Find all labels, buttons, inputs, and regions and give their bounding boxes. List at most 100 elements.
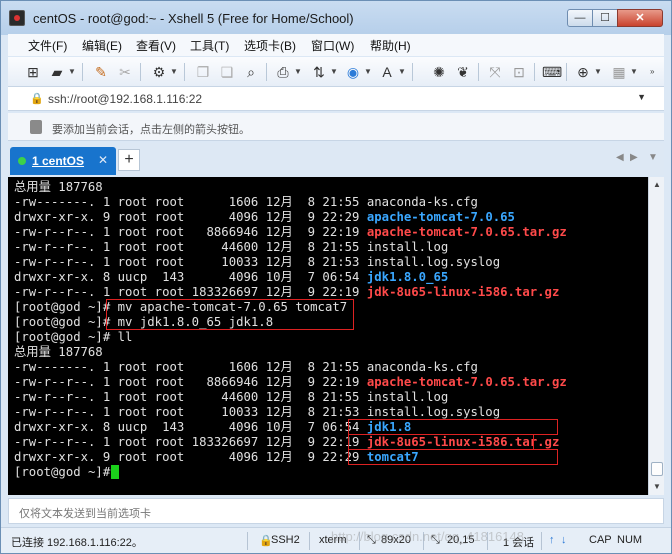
minimize-button[interactable]: —: [567, 9, 593, 27]
menu-help[interactable]: 帮助(H): [370, 37, 411, 54]
scroll-down-icon[interactable]: ▼: [649, 479, 665, 495]
reconnect-icon[interactable]: ✎: [92, 63, 110, 81]
tab-scroll-left-icon[interactable]: ◀: [616, 152, 624, 163]
print-dropdown-icon[interactable]: ▼: [294, 67, 302, 76]
fullscreen-icon[interactable]: ⤧: [486, 63, 504, 81]
menu-tabs[interactable]: 选项卡(B): [244, 37, 296, 54]
close-button[interactable]: ✕: [617, 9, 663, 27]
terminal-line: -rw-r--r--. 1 root root 44600 12月 8 21:5…: [14, 240, 448, 255]
menu-window[interactable]: 窗口(W): [311, 37, 354, 54]
properties-dropdown-icon[interactable]: ▼: [170, 67, 178, 76]
terminal-text: -rw-r--r--. 1 root root 183326697 12月 9 …: [14, 435, 367, 449]
tab-scroll-right-icon[interactable]: ▶: [630, 152, 638, 163]
status-bar: 已连接 192.168.1.116:22。 🔒 SSH2 xterm ⤡ 89x…: [1, 527, 671, 553]
terminal-cursor: [111, 465, 119, 479]
xmanager-icon[interactable]: ❦: [454, 63, 472, 81]
tab-list-icon[interactable]: ▼: [648, 152, 658, 163]
toolbar-separator: [566, 63, 567, 81]
terminal-output[interactable]: 总用量 187768 -rw-------. 1 root root 1606 1…: [8, 177, 648, 495]
tab-bar: 1 centOS ✕ + ◀ ▶ ▼: [8, 143, 664, 175]
terminal-line: 总用量 187768: [14, 180, 103, 195]
compose-placeholder: 仅将文本发送到当前选项卡: [19, 508, 151, 520]
toolbar-separator: [266, 63, 267, 81]
status-size: 89x20: [381, 534, 411, 546]
lock-screen-icon[interactable]: ⊡: [510, 63, 528, 81]
status-protocol: SSH2: [271, 534, 300, 546]
print-icon[interactable]: ⎙: [274, 63, 292, 81]
terminal-text: drwxr-xr-x. 9 root root 4096 12月 9 22:29: [14, 210, 367, 224]
paste-icon[interactable]: ❏: [218, 63, 236, 81]
add-tab-icon[interactable]: ⊕: [574, 63, 592, 81]
highlight-tomcat7: [348, 449, 558, 465]
terminal-line: -rw-------. 1 root root 1606 12月 8 21:55…: [14, 360, 478, 375]
terminal-text: -rw-r--r--. 1 root root 183326697 12月 9 …: [14, 285, 367, 299]
toolbar: ⊞ ▰ ▼ ✎ ✂ ⚙ ▼ ❐ ❏ ⌕ ⎙ ▼ ⇅ ▼ ◉ ▼ A ▼ ✺ ❦ …: [8, 57, 664, 87]
status-separator: [487, 532, 488, 550]
layout-icon[interactable]: ▦: [610, 63, 628, 81]
encoding-dropdown-icon[interactable]: ▼: [364, 67, 372, 76]
font-icon[interactable]: A: [378, 63, 396, 81]
tab-close-icon[interactable]: ✕: [98, 153, 108, 167]
terminal-text: 总用量 187768: [14, 345, 103, 359]
status-separator: [247, 532, 248, 550]
terminal-text: -rw-r--r--. 1 root root 10033 12月 8 21:5…: [14, 405, 501, 419]
status-terminal-type: xterm: [319, 534, 347, 546]
highlight-mv-commands: [106, 299, 354, 330]
scrollbar-thumb[interactable]: [651, 462, 663, 476]
add-tab-dropdown-icon[interactable]: ▼: [594, 67, 602, 76]
terminal-line: -rw-r--r--. 1 root root 10033 12月 8 21:5…: [14, 405, 500, 420]
menu-bar: 文件(F) 编辑(E) 查看(V) 工具(T) 选项卡(B) 窗口(W) 帮助(…: [8, 34, 664, 56]
tab-centos[interactable]: 1 centOS ✕: [10, 147, 116, 175]
menu-file[interactable]: 文件(F): [28, 37, 67, 54]
transfer-dropdown-icon[interactable]: ▼: [330, 67, 338, 76]
terminal-line: -rw-r--r--. 1 root root 44600 12月 8 21:5…: [14, 390, 448, 405]
status-connection: 已连接 192.168.1.116:22。: [11, 537, 143, 549]
status-separator: [423, 532, 424, 550]
menu-view[interactable]: 查看(V): [136, 37, 176, 54]
new-session-icon[interactable]: ⊞: [24, 63, 42, 81]
layout-dropdown-icon[interactable]: ▼: [630, 67, 638, 76]
toolbar-overflow-icon[interactable]: »: [650, 67, 654, 76]
terminal-scrollbar[interactable]: ▲ ▼: [648, 177, 664, 495]
xftp-icon[interactable]: ✺: [430, 63, 448, 81]
keyboard-icon[interactable]: ⌨: [542, 63, 562, 81]
terminal-line: 总用量 187768: [14, 345, 103, 360]
open-folder-icon[interactable]: ▰: [48, 63, 66, 81]
terminal-line: -rw-r--r--. 1 root root 10033 12月 8 21:5…: [14, 255, 500, 270]
font-dropdown-icon[interactable]: ▼: [398, 67, 406, 76]
terminal-text: drwxr-xr-x. 9 root root 4096 12月 9 22:29: [14, 450, 367, 464]
find-icon[interactable]: ⌕: [242, 63, 260, 81]
status-num: NUM: [617, 534, 643, 546]
bookmark-icon[interactable]: [30, 120, 42, 134]
terminal-line: -rw-r--r--. 1 root root 8866946 12月 9 22…: [14, 225, 567, 240]
copy-icon[interactable]: ❐: [194, 63, 212, 81]
transfer-icon[interactable]: ⇅: [310, 63, 328, 81]
status-download-icon: ↓: [561, 534, 567, 546]
status-cursor-pos: 20,15: [447, 534, 475, 546]
terminal-line: -rw-------. 1 root root 1606 12月 8 21:55…: [14, 195, 478, 210]
terminal-text: -rw-r--r--. 1 root root 8866946 12月 9 22…: [14, 225, 367, 239]
menu-tools[interactable]: 工具(T): [190, 37, 229, 54]
new-tab-button[interactable]: +: [118, 149, 140, 171]
scroll-up-icon[interactable]: ▲: [649, 177, 665, 193]
disconnect-icon[interactable]: ✂: [116, 63, 134, 81]
terminal-line: drwxr-xr-x. 8 uucp 143 4096 10月 7 06:54 …: [14, 270, 448, 285]
compose-bar[interactable]: 仅将文本发送到当前选项卡: [8, 498, 664, 524]
maximize-button[interactable]: ☐: [592, 9, 618, 27]
address-bar[interactable]: 🔒 ssh://root@192.168.1.116:22 ▼: [8, 87, 664, 111]
title-bar[interactable]: centOS - root@god:~ - Xshell 5 (Free for…: [1, 1, 671, 35]
address-dropdown-icon[interactable]: ▼: [637, 92, 646, 102]
hint-text: 要添加当前会话，点击左侧的箭头按钮。: [52, 124, 250, 136]
highlight-jdk-tar: [348, 434, 534, 450]
globe-icon[interactable]: ◉: [344, 63, 362, 81]
terminal-text: -rw-------. 1 root root 1606 12月 8 21:55…: [14, 360, 478, 374]
terminal-line: [root@god ~]# ll: [14, 330, 132, 345]
terminal-text: -rw-------. 1 root root 1606 12月 8 21:55…: [14, 195, 478, 209]
terminal-text: [root@god ~]#: [14, 465, 118, 479]
properties-icon[interactable]: ⚙: [150, 63, 168, 81]
xshell-window: centOS - root@god:~ - Xshell 5 (Free for…: [0, 0, 672, 554]
open-dropdown-icon[interactable]: ▼: [68, 67, 76, 76]
terminal-text: drwxr-xr-x. 8 uucp 143 4096 10月 7 06:54: [14, 420, 367, 434]
status-cursor-icon: ⤡: [431, 534, 440, 546]
menu-edit[interactable]: 编辑(E): [82, 37, 122, 54]
